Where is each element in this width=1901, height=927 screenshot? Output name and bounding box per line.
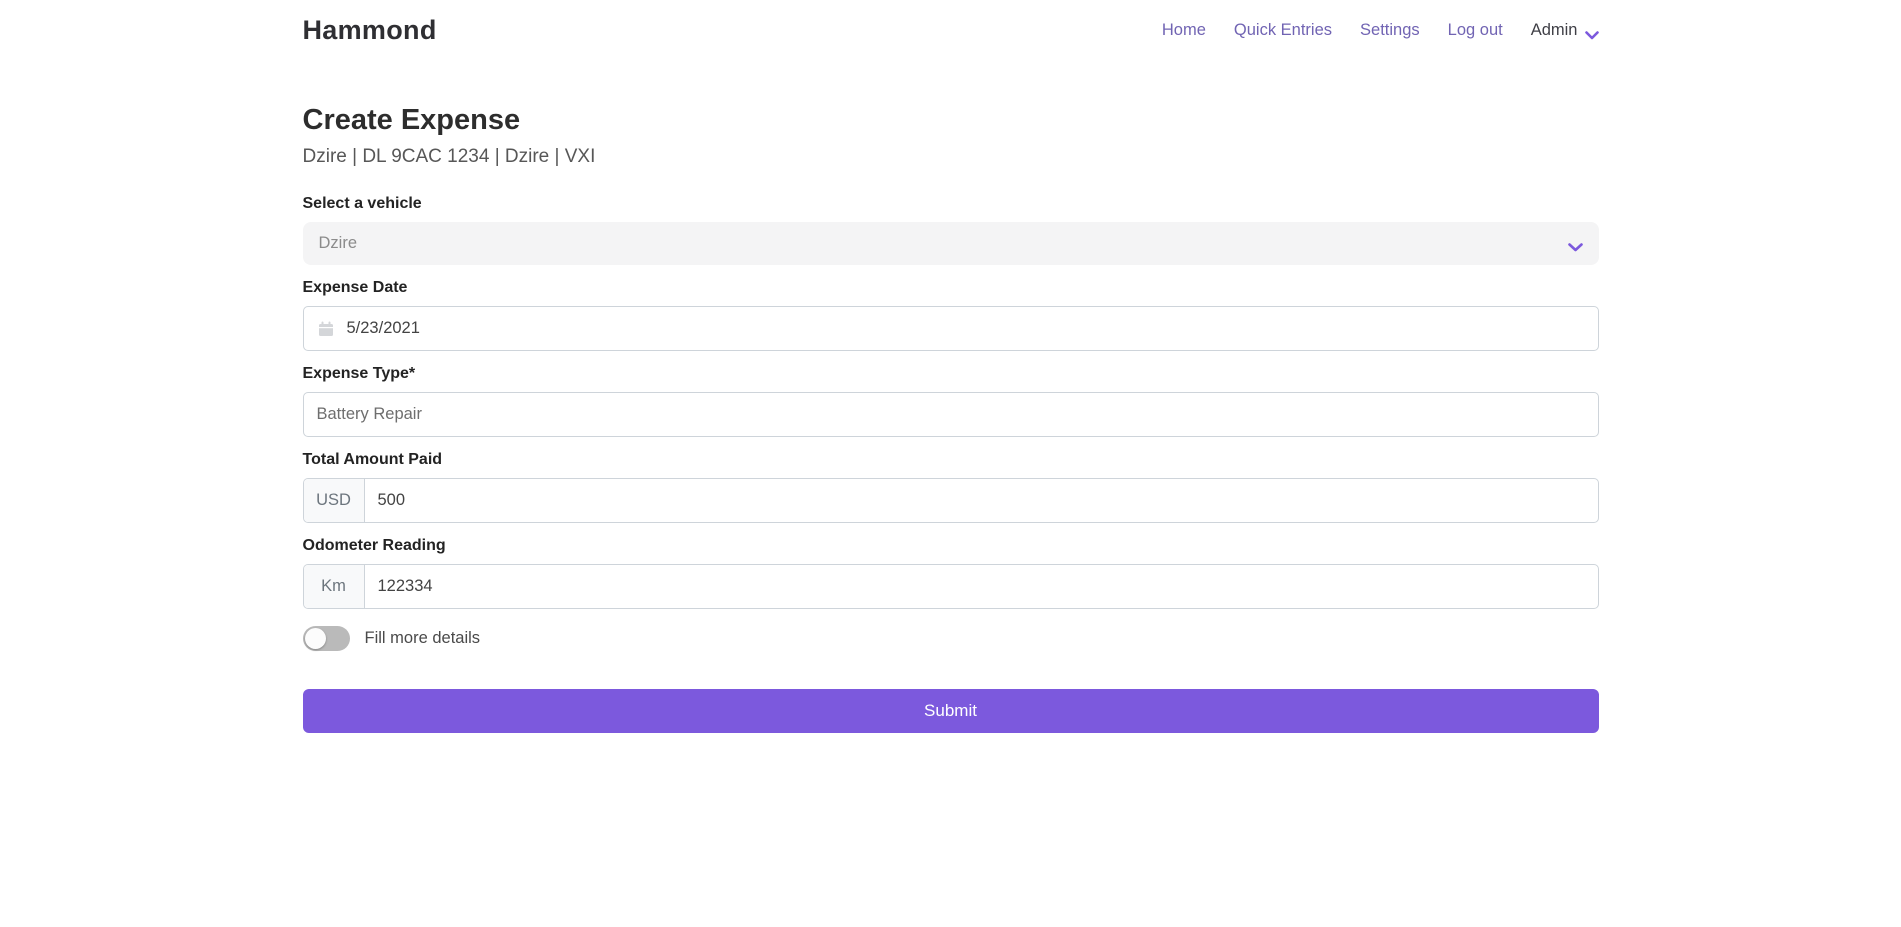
submit-button[interactable]: Submit: [303, 689, 1599, 733]
main-nav: Home Quick Entries Settings Log out Admi…: [1162, 21, 1599, 40]
create-expense-page: Create Expense Dzire | DL 9CAC 1234 | Dz…: [303, 104, 1599, 733]
nav-link-quick-entries[interactable]: Quick Entries: [1234, 21, 1332, 40]
expense-type-group: [303, 392, 1599, 437]
expense-type-label: Expense Type*: [303, 365, 1599, 383]
brand-logo[interactable]: Hammond: [303, 15, 437, 46]
page-title: Create Expense: [303, 104, 1599, 137]
fill-more-details-row: Fill more details: [303, 626, 1599, 651]
user-menu-label: Admin: [1531, 21, 1578, 40]
vehicle-select[interactable]: Dzire: [303, 222, 1599, 265]
total-amount-label: Total Amount Paid: [303, 451, 1599, 469]
top-navbar: Hammond Home Quick Entries Settings Log …: [0, 0, 1901, 56]
user-menu-admin[interactable]: Admin: [1531, 21, 1599, 40]
expense-date-group: [303, 306, 1599, 351]
nav-link-logout[interactable]: Log out: [1448, 21, 1503, 40]
total-amount-group: USD: [303, 478, 1599, 523]
odometer-group: Km: [303, 564, 1599, 609]
chevron-down-icon: [1585, 26, 1599, 35]
odometer-label: Odometer Reading: [303, 537, 1599, 555]
expense-date-label: Expense Date: [303, 279, 1599, 297]
create-expense-form: Select a vehicle Dzire Expense Date Ex: [303, 195, 1599, 733]
expense-type-input[interactable]: [304, 393, 1598, 436]
currency-addon: USD: [304, 479, 365, 522]
nav-link-settings[interactable]: Settings: [1360, 21, 1420, 40]
nav-link-home[interactable]: Home: [1162, 21, 1206, 40]
distance-unit-addon: Km: [304, 565, 365, 608]
vehicle-select-value: Dzire: [319, 234, 358, 253]
calendar-icon[interactable]: [318, 321, 334, 337]
vehicle-select-label: Select a vehicle: [303, 195, 1599, 213]
odometer-input[interactable]: [365, 565, 1598, 608]
fill-more-details-label: Fill more details: [365, 629, 481, 648]
chevron-down-icon: [1568, 239, 1583, 248]
vehicle-summary: Dzire | DL 9CAC 1234 | Dzire | VXI: [303, 146, 1599, 168]
toggle-knob: [305, 628, 326, 649]
fill-more-details-toggle[interactable]: [303, 626, 350, 651]
total-amount-input[interactable]: [365, 479, 1598, 522]
expense-date-input[interactable]: [334, 307, 1598, 350]
